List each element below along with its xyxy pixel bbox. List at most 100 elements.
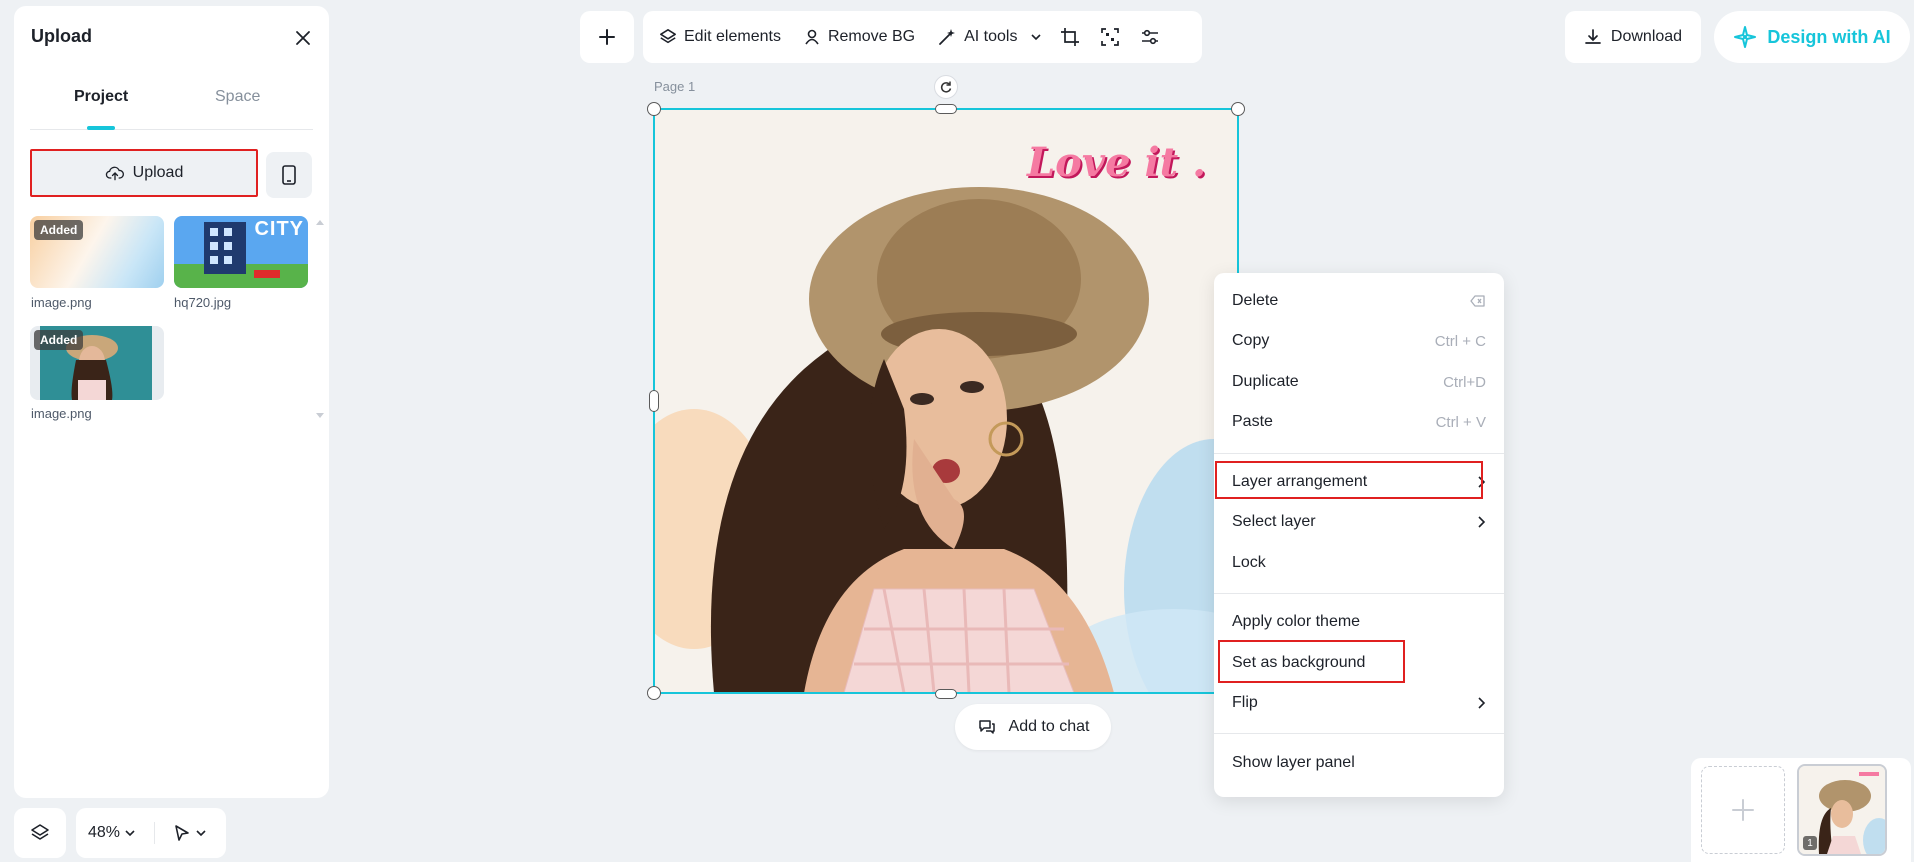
chevron-down-icon: [195, 827, 207, 839]
backspace-icon: [1470, 294, 1486, 308]
person-icon: [803, 28, 821, 46]
asset-thumbnail[interactable]: Added: [30, 216, 164, 288]
page-thumbnail[interactable]: 1: [1797, 764, 1887, 856]
menu-item-label: Show layer panel: [1232, 754, 1355, 771]
city-overlay-text: CITY: [254, 218, 304, 240]
ai-tools-label: AI tools: [964, 28, 1018, 45]
menu-item-label: Copy: [1232, 332, 1270, 349]
menu-item-label: Set as background: [1232, 654, 1366, 671]
crop-icon: [1060, 27, 1080, 47]
resize-handle-top-left[interactable]: [647, 102, 661, 116]
portrait-image: [654, 109, 1238, 693]
tab-project[interactable]: Project: [74, 88, 128, 106]
menu-item-set-as-background[interactable]: Set as background: [1214, 645, 1504, 681]
asset-thumbnail[interactable]: CITY: [174, 216, 308, 288]
design-canvas[interactable]: Love it .: [654, 109, 1238, 693]
crop-button[interactable]: [1060, 27, 1080, 47]
magic-wand-icon: [937, 27, 957, 47]
cloud-upload-icon: [105, 163, 125, 183]
layers-icon: [659, 28, 677, 46]
edit-elements-button[interactable]: Edit elements: [659, 28, 781, 46]
chevron-down-icon: [124, 827, 136, 839]
resize-handle-left[interactable]: [649, 390, 659, 412]
upload-button[interactable]: Upload: [30, 149, 258, 197]
menu-item-delete[interactable]: Delete: [1214, 283, 1504, 319]
layers-icon: [30, 823, 50, 843]
menu-item-duplicate[interactable]: Duplicate Ctrl+D: [1214, 364, 1504, 400]
menu-item-label: Paste: [1232, 413, 1273, 430]
design-with-ai-button[interactable]: Design with AI: [1714, 11, 1910, 63]
added-badge: Added: [34, 330, 84, 350]
remove-bg-label: Remove BG: [827, 28, 916, 45]
add-page-button[interactable]: [1701, 766, 1785, 854]
menu-item-label: Lock: [1232, 554, 1266, 571]
menu-shortcut: Ctrl + V: [1435, 413, 1486, 431]
element-toolbar: Edit elements Remove BG AI tools: [643, 11, 1202, 63]
upload-tabs: Project Space: [30, 64, 313, 130]
pointer-tool-dropdown[interactable]: [173, 824, 207, 842]
upload-panel: Upload Project Space Upload Added image.…: [14, 6, 329, 798]
cursor-icon: [173, 824, 191, 842]
design-with-ai-label: Design with AI: [1767, 26, 1891, 47]
menu-divider: [1214, 733, 1504, 734]
zoom-dropdown[interactable]: 48%: [88, 824, 136, 842]
page-number: 1: [1803, 836, 1817, 850]
active-tab-indicator: [87, 126, 115, 130]
divider: [154, 822, 156, 844]
menu-divider: [1214, 593, 1504, 594]
menu-divider: [1214, 453, 1504, 454]
menu-item-label: Delete: [1232, 292, 1279, 309]
download-button[interactable]: Download: [1565, 11, 1701, 63]
sliders-icon: [1140, 27, 1160, 47]
scroll-down-arrow-icon[interactable]: [315, 410, 325, 420]
menu-item-show-layer-panel[interactable]: Show layer panel: [1214, 745, 1504, 781]
download-label: Download: [1610, 28, 1683, 45]
resize-handle-top[interactable]: [935, 104, 957, 114]
scan-icon: [1100, 27, 1120, 47]
qr-scan-button[interactable]: [1100, 27, 1120, 47]
add-to-chat-label: Add to chat: [1008, 718, 1090, 735]
pages-panel: 1: [1691, 758, 1911, 862]
tab-space[interactable]: Space: [215, 88, 260, 106]
menu-item-label: Apply color theme: [1232, 613, 1361, 630]
asset-name: image.png: [31, 406, 92, 421]
rotate-icon[interactable]: [934, 75, 958, 99]
menu-item-copy[interactable]: Copy Ctrl + C: [1214, 323, 1504, 359]
mobile-upload-button[interactable]: [266, 152, 312, 198]
resize-handle-bottom[interactable]: [935, 689, 957, 699]
menu-item-layer-arrangement[interactable]: Layer arrangement: [1214, 464, 1504, 500]
zoom-value: 48%: [88, 824, 121, 841]
menu-item-lock[interactable]: Lock: [1214, 545, 1504, 581]
asset-name: image.png: [31, 295, 92, 310]
menu-item-flip[interactable]: Flip: [1214, 685, 1504, 721]
ai-sparkle-icon: [1733, 25, 1757, 49]
resize-handle-top-right[interactable]: [1231, 102, 1245, 116]
adjust-button[interactable]: [1140, 27, 1160, 47]
asset-thumbnail[interactable]: Added: [30, 326, 164, 400]
add-element-button[interactable]: [580, 11, 634, 63]
menu-item-label: Select layer: [1232, 513, 1316, 530]
chevron-right-icon: [1476, 516, 1486, 528]
close-icon[interactable]: [293, 28, 313, 48]
menu-item-select-layer[interactable]: Select layer: [1214, 504, 1504, 540]
phone-icon: [282, 165, 296, 185]
edit-elements-label: Edit elements: [684, 28, 781, 45]
chevron-right-icon: [1476, 476, 1486, 488]
menu-shortcut: Ctrl + C: [1434, 332, 1486, 350]
add-to-chat-button[interactable]: Add to chat: [955, 704, 1111, 750]
zoom-controls: 48%: [76, 808, 226, 858]
added-badge: Added: [34, 220, 84, 240]
resize-handle-bottom-left[interactable]: [647, 686, 661, 700]
download-icon: [1584, 28, 1602, 46]
menu-item-label: Flip: [1232, 694, 1258, 711]
scroll-up-arrow-icon[interactable]: [315, 218, 325, 228]
ai-tools-button[interactable]: AI tools: [937, 27, 1042, 47]
menu-item-label: Layer arrangement: [1232, 473, 1368, 490]
menu-item-paste[interactable]: Paste Ctrl + V: [1214, 404, 1504, 440]
love-it-text[interactable]: Love it .: [1027, 139, 1206, 186]
panel-title: Upload: [31, 26, 92, 46]
plus-icon: [597, 27, 617, 47]
menu-item-apply-color-theme[interactable]: Apply color theme: [1214, 604, 1504, 640]
remove-bg-button[interactable]: Remove BG: [803, 28, 915, 46]
layers-button[interactable]: [14, 808, 66, 858]
